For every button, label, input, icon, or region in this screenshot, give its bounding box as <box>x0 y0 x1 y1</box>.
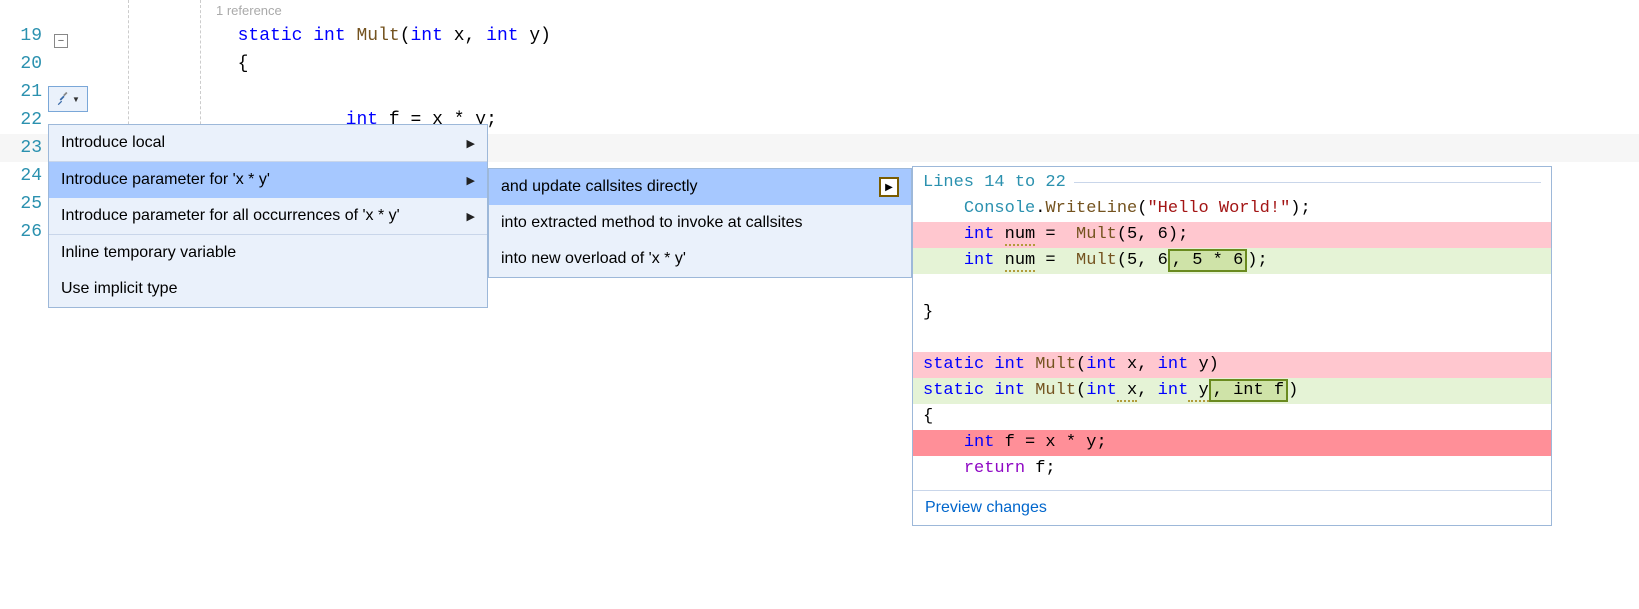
diff-line-added: int num = Mult(5, 6, 5 * 6); <box>913 248 1551 274</box>
diff-line <box>913 326 1551 352</box>
preview-diff: Console.WriteLine("Hello World!"); int n… <box>913 196 1551 490</box>
line-number: 26 <box>0 218 42 246</box>
line-number: 20 <box>0 50 42 78</box>
diff-line-added: static int Mult(int x, int y, int f) <box>913 378 1551 404</box>
menu-item-use-implicit-type[interactable]: Use implicit type <box>49 271 487 307</box>
diff-line-removed: int num = Mult(5, 6); <box>913 222 1551 248</box>
line-number: 22 <box>0 106 42 134</box>
codelens-reference[interactable]: 1 reference <box>216 0 551 22</box>
quick-actions-button[interactable]: ▼ <box>48 86 88 112</box>
code-line[interactable]: { <box>108 50 551 78</box>
submenu-item-update-callsites[interactable]: and update callsites directly ▶ <box>489 169 911 205</box>
added-text-highlight: , int f <box>1209 379 1288 402</box>
submenu-arrow-icon: ▶ <box>879 177 899 197</box>
diff-line <box>913 274 1551 300</box>
menu-item-introduce-parameter[interactable]: Introduce parameter for 'x * y' ▶ <box>49 162 487 198</box>
line-number: 23 <box>0 134 42 162</box>
line-number: 25 <box>0 190 42 218</box>
line-number: 19 <box>0 22 42 50</box>
diff-line: } <box>913 300 1551 326</box>
diff-line: { <box>913 404 1551 430</box>
preview-range-label: Lines 14 to 22 <box>923 173 1066 192</box>
diff-line-removed: static int Mult(int x, int y) <box>913 352 1551 378</box>
preview-header-rule <box>1074 182 1541 183</box>
submenu-arrow-icon: ▶ <box>467 174 475 187</box>
submenu-item-extracted-method[interactable]: into extracted method to invoke at calls… <box>489 205 911 241</box>
screwdriver-icon <box>56 92 70 106</box>
line-number-gutter: 19 20 21 22 23 24 25 26 <box>0 0 48 246</box>
submenu-arrow-icon: ▶ <box>467 137 475 150</box>
fold-toggle-icon[interactable]: − <box>54 34 68 48</box>
submenu-item-new-overload[interactable]: into new overload of 'x * y' <box>489 241 911 277</box>
code-line[interactable]: static int Mult(int x, int y) <box>108 22 551 50</box>
preview-footer: Preview changes <box>913 490 1551 525</box>
line-number: 24 <box>0 162 42 190</box>
menu-item-inline-temporary[interactable]: Inline temporary variable <box>49 235 487 271</box>
dropdown-caret-icon: ▼ <box>72 95 80 104</box>
diff-line: Console.WriteLine("Hello World!"); <box>913 196 1551 222</box>
menu-item-introduce-local[interactable]: Introduce local ▶ <box>49 125 487 161</box>
diff-line-removed: int f = x * y; <box>913 430 1551 456</box>
quick-actions-submenu: and update callsites directly ▶ into ext… <box>488 168 912 278</box>
preview-header: Lines 14 to 22 <box>913 167 1551 196</box>
menu-item-introduce-parameter-all[interactable]: Introduce parameter for all occurrences … <box>49 198 487 234</box>
line-number: 21 <box>0 78 42 106</box>
quick-actions-menu: Introduce local ▶ Introduce parameter fo… <box>48 124 488 308</box>
added-text-highlight: , 5 * 6 <box>1168 249 1247 272</box>
preview-panel: Lines 14 to 22 Console.WriteLine("Hello … <box>912 166 1552 526</box>
code-line-current[interactable]: int f = x * y; <box>108 78 551 106</box>
submenu-arrow-icon: ▶ <box>467 210 475 223</box>
preview-changes-link[interactable]: Preview changes <box>925 499 1047 516</box>
diff-line: return f; <box>913 456 1551 482</box>
